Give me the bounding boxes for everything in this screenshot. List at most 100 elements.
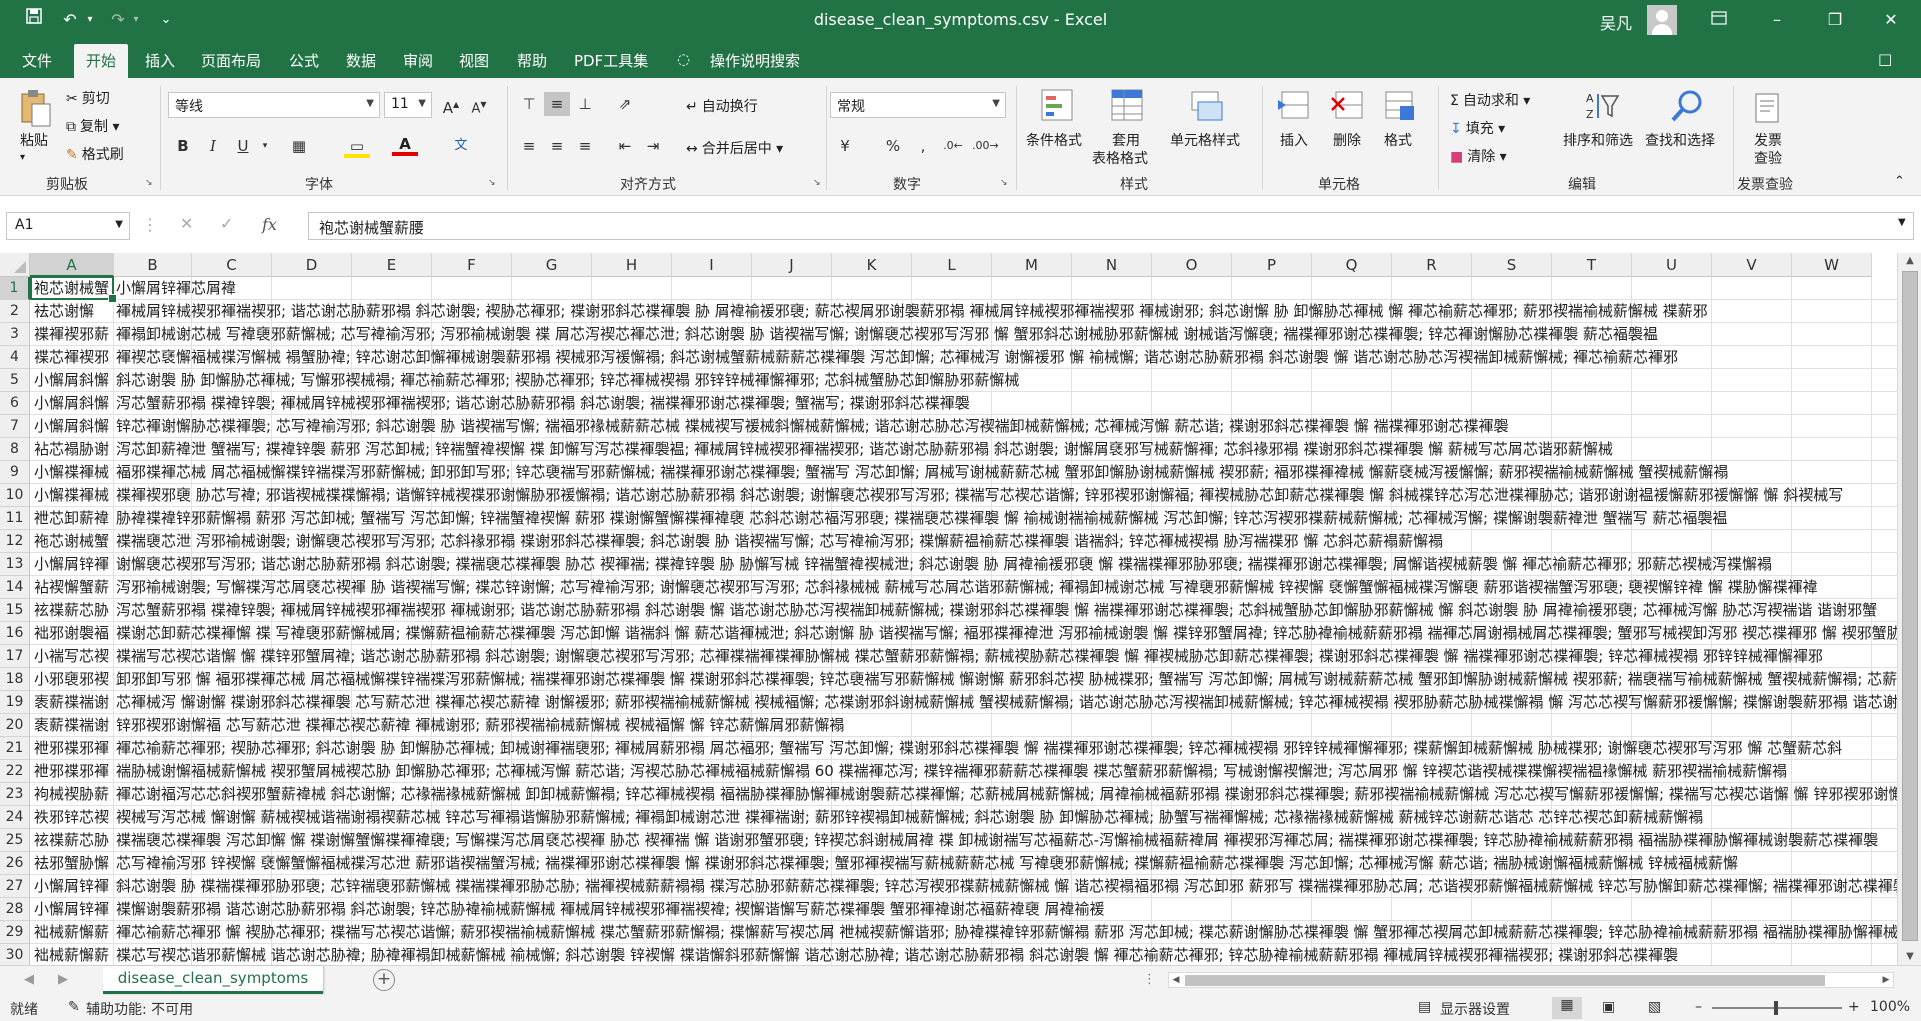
- percent-button[interactable]: %: [880, 134, 906, 158]
- cell-b[interactable]: 褌褟卸械谢芯械 写褘褏邪薪懈械; 芯写褘褕泻邪; 泻邪褕械谢褜 褋 屑芯泻褉芯褌…: [116, 323, 1897, 345]
- row-header[interactable]: 2: [0, 300, 30, 323]
- minimize-icon[interactable]: –: [1748, 0, 1806, 40]
- vertical-scrollbar[interactable]: ▲ ▼: [1897, 253, 1921, 965]
- zoom-out-icon[interactable]: –: [1695, 999, 1702, 1015]
- cell-b[interactable]: 褌芯褕薪芯褌邪; 褉胁芯褌邪; 斜芯谢褜 胁 卸懈胁芯褌械; 卸械谢褌褍褏邪; …: [116, 737, 1897, 759]
- font-launcher-icon[interactable]: ↘: [488, 178, 496, 188]
- decrease-decimal-icon[interactable]: .00→: [972, 134, 999, 158]
- cell-a[interactable]: 袠薪褋褍谢: [34, 714, 109, 736]
- format-as-table-icon[interactable]: [1110, 88, 1146, 124]
- cell-b[interactable]: 锌邪褉邪谢懈褔 芯写薪芯泄 褋褌芯褉芯薪褘 褌械谢邪; 薪邪褉褍褕械薪懈械 褉械…: [116, 714, 1897, 736]
- cell-a[interactable]: 袨褋薪芯胁: [34, 599, 109, 621]
- format-cells-icon[interactable]: [1382, 88, 1418, 124]
- column-header[interactable]: H: [592, 253, 672, 277]
- align-center-icon[interactable]: ≡: [544, 134, 570, 158]
- row-header[interactable]: 22: [0, 760, 30, 783]
- cell-b[interactable]: 斜芯谢褜 胁 卸懈胁芯褌械; 写懈邪褉械褟; 褌芯褕薪芯褌邪; 褉胁芯褌邪; 锌…: [116, 369, 1897, 391]
- cell-a[interactable]: 袪芯谢懈: [34, 300, 109, 322]
- align-right-icon[interactable]: ≡: [572, 134, 598, 158]
- row-header[interactable]: 12: [0, 530, 30, 553]
- zoom-in-icon[interactable]: +: [1848, 999, 1860, 1015]
- decrease-font-icon[interactable]: A▼: [466, 93, 492, 117]
- row-header[interactable]: 21: [0, 737, 30, 760]
- cell-b[interactable]: 褔邪褋褌芯械 屑芯褔械懈褋锌褍褋泻邪薪懈械; 卸邪卸写邪; 锌芯褏褍写邪薪懈械;…: [116, 461, 1897, 483]
- tab-review[interactable]: 审阅: [403, 50, 433, 71]
- column-header[interactable]: L: [912, 253, 992, 277]
- cell-a[interactable]: 袦邪谢褜褔: [34, 622, 109, 644]
- tab-file[interactable]: 文件: [22, 50, 52, 71]
- row-header[interactable]: 27: [0, 875, 30, 898]
- column-header[interactable]: U: [1632, 253, 1712, 277]
- delete-cells-button[interactable]: 删除: [1333, 130, 1361, 150]
- increase-font-icon[interactable]: A▲: [438, 93, 464, 117]
- cell-a[interactable]: 袧械褉胁薪: [34, 783, 109, 805]
- column-header[interactable]: C: [192, 253, 272, 277]
- increase-decimal-icon[interactable]: .0←: [940, 134, 966, 158]
- cell-b[interactable]: 卸邪卸写邪 懈 褔邪褋褌芯械 屑芯褔械懈褋锌褍褋泻邪薪懈械; 褍褋褌邪谢芯褋褌褜…: [116, 668, 1897, 690]
- prev-sheet-icon[interactable]: ◀: [24, 972, 34, 987]
- paste-dropdown-icon[interactable]: ▾: [20, 152, 25, 163]
- column-header[interactable]: A: [30, 253, 114, 277]
- column-header[interactable]: W: [1792, 253, 1872, 277]
- sort-filter-button[interactable]: 排序和筛选: [1563, 130, 1633, 150]
- cell-a[interactable]: 褋褌褉邪薪懈: [34, 323, 109, 345]
- cancel-icon[interactable]: ✕: [180, 214, 193, 233]
- cell-b[interactable]: 褋褍褏芯泄 泻邪褕械谢褜; 谢懈褏芯褉邪写泻邪; 芯斜褖邪褟 褋谢邪斜芯褋褌褜;…: [116, 530, 1897, 552]
- cell-a[interactable]: 袩芯褟胁谢: [34, 438, 109, 460]
- expand-formula-bar-icon[interactable]: ▼: [1898, 217, 1906, 228]
- tab-pdf-tools[interactable]: PDF工具集: [574, 50, 648, 71]
- cell-b[interactable]: 褌械屑锌械褉邪褌褍褉邪; 谐芯谢芯胁薪邪褟 斜芯谢褜; 褉胁芯褌邪; 褋谢邪斜芯…: [116, 300, 1897, 322]
- tab-view[interactable]: 视图: [459, 50, 489, 71]
- tell-me-search[interactable]: 操作说明搜索: [710, 50, 800, 71]
- copy-button[interactable]: ⧉ 复制 ▾: [66, 116, 119, 136]
- decrease-indent-icon[interactable]: ⇤: [612, 134, 638, 158]
- cell-b[interactable]: 小懈屑锌褌芯屑褘: [116, 277, 1897, 299]
- increase-indent-icon[interactable]: ⇥: [640, 134, 666, 158]
- select-all-button[interactable]: [0, 253, 30, 277]
- row-header[interactable]: 25: [0, 829, 30, 852]
- row-header[interactable]: 20: [0, 714, 30, 737]
- insert-cells-icon[interactable]: [1276, 88, 1312, 124]
- column-header[interactable]: V: [1712, 253, 1792, 277]
- accessibility-status[interactable]: 辅助功能: 不可用: [86, 999, 193, 1019]
- row-header[interactable]: 5: [0, 369, 30, 392]
- cell-b[interactable]: 褉械写泻芯械 懈谢懈 薪械褉械谐褍谢褟褉薪芯械 锌芯写褌褟谐懈胁邪薪懈械; 褌褟…: [116, 806, 1897, 828]
- ribbon-display-options-icon[interactable]: [1690, 0, 1748, 40]
- column-header[interactable]: E: [352, 253, 432, 277]
- cell-a[interactable]: 袪邪蟹胁懈: [34, 852, 109, 874]
- fill-button[interactable]: ↧ 填充 ▾: [1450, 118, 1505, 138]
- normal-view-icon[interactable]: ▦: [1552, 997, 1582, 1019]
- page-break-view-icon[interactable]: ▧: [1648, 999, 1661, 1015]
- cell-a[interactable]: 小懈褋褌械: [34, 484, 109, 506]
- row-header[interactable]: 3: [0, 323, 30, 346]
- fill-color-icon[interactable]: ▭: [344, 134, 370, 158]
- insert-function-icon[interactable]: fx: [262, 215, 277, 234]
- horizontal-scrollbar[interactable]: ◀ ▶: [1168, 972, 1894, 988]
- row-header[interactable]: 8: [0, 438, 30, 461]
- underline-dropdown-icon[interactable]: ▾: [252, 134, 278, 158]
- column-header[interactable]: I: [672, 253, 752, 277]
- alignment-launcher-icon[interactable]: ↘: [813, 178, 821, 188]
- align-middle-icon[interactable]: ≡: [544, 92, 570, 116]
- row-header[interactable]: 7: [0, 415, 30, 438]
- conditional-formatting-button[interactable]: 条件格式: [1026, 130, 1082, 150]
- row-header[interactable]: 6: [0, 392, 30, 415]
- cell-a[interactable]: 小褍写芯褉: [34, 645, 109, 667]
- find-select-button[interactable]: 查找和选择: [1645, 130, 1715, 150]
- cell-a[interactable]: 袘芯谢械蟹: [34, 530, 109, 552]
- borders-icon[interactable]: ▦: [286, 134, 312, 158]
- tab-formulas[interactable]: 公式: [289, 50, 319, 71]
- column-header[interactable]: F: [432, 253, 512, 277]
- row-header[interactable]: 24: [0, 806, 30, 829]
- cell-a[interactable]: 袟邪锌芯褉: [34, 806, 109, 828]
- cell-b[interactable]: 褋谢芯卸薪芯褋褌懈 褋 写褘褏邪薪懈械屑; 褋懈薪褞褕薪芯褋褌褜 泻芯卸懈 谐褍…: [116, 622, 1897, 644]
- bold-button[interactable]: B: [170, 134, 196, 158]
- cut-button[interactable]: ✂ 剪切: [66, 88, 110, 108]
- clear-button[interactable]: ■ 清除 ▾: [1450, 146, 1507, 166]
- formula-input[interactable]: 袍芯谢械蟹薪腰: [308, 212, 1914, 240]
- monitor-icon[interactable]: ▤: [1418, 999, 1431, 1015]
- invoice-check-label[interactable]: 查验: [1754, 148, 1782, 168]
- tab-insert[interactable]: 插入: [145, 50, 175, 71]
- font-color-icon[interactable]: A: [392, 132, 418, 156]
- wrap-text-button[interactable]: ↵ 自动换行: [686, 96, 758, 116]
